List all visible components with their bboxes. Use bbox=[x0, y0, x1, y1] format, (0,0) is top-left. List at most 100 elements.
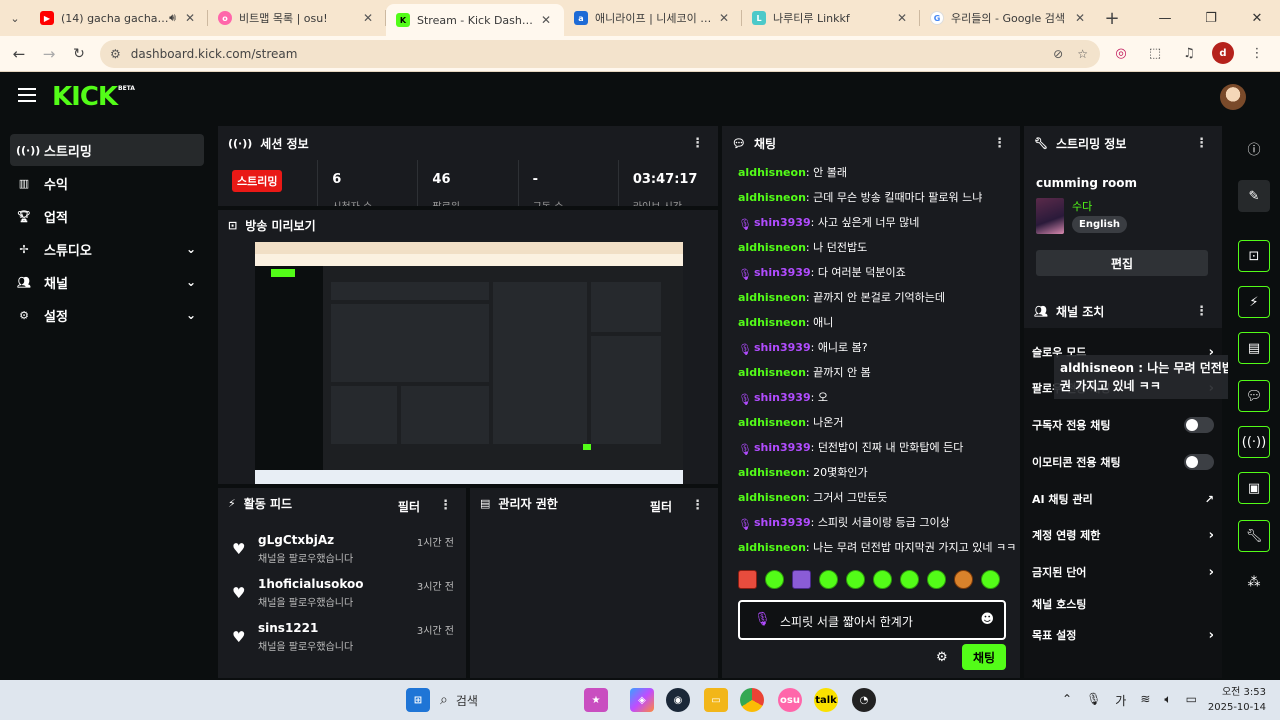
browser-tab[interactable]: o 비트맵 목록 | osu! ✕ bbox=[208, 0, 386, 36]
chat-username[interactable]: aldhisneon bbox=[738, 366, 806, 379]
more-options-icon[interactable]: ⋮ bbox=[1195, 304, 1208, 319]
chat-username[interactable]: shin3939 bbox=[754, 391, 811, 404]
reload-icon[interactable]: ↻ bbox=[64, 39, 94, 69]
sidebar-item-achievements[interactable]: 🏆︎ 업적 bbox=[10, 200, 204, 232]
sidebar-item-revenue[interactable]: ▥ 수익 bbox=[10, 167, 204, 199]
chat-username[interactable]: shin3939 bbox=[754, 516, 811, 529]
windows-start-icon[interactable]: ⊞ bbox=[406, 688, 430, 712]
chat-username[interactable]: aldhisneon bbox=[738, 191, 806, 204]
ime-indicator[interactable]: 가 bbox=[1115, 692, 1126, 709]
more-options-icon[interactable]: ⋮ bbox=[691, 498, 704, 513]
chat-username[interactable]: aldhisneon bbox=[738, 316, 806, 329]
taskbar-search[interactable]: ⌕ 검색 bbox=[440, 686, 570, 714]
chrome-icon[interactable] bbox=[740, 688, 764, 712]
close-window-icon[interactable]: ✕ bbox=[1234, 0, 1280, 36]
minimize-icon[interactable]: — bbox=[1142, 0, 1188, 36]
bookmark-star-icon[interactable]: ☆ bbox=[1077, 47, 1088, 61]
filter-button[interactable]: 필터 bbox=[650, 498, 672, 515]
kick-logo[interactable]: KICK bbox=[52, 84, 118, 110]
chat-username[interactable]: shin3939 bbox=[754, 341, 811, 354]
site-info-icon[interactable]: ⚙ bbox=[110, 47, 121, 61]
emoji-icon[interactable]: ☻ bbox=[980, 612, 994, 627]
more-options-icon[interactable]: ⋮ bbox=[1195, 136, 1208, 151]
chat-input-text[interactable]: 스피릿 서클 짧아서 한계가 bbox=[780, 613, 913, 630]
browser-tab-active[interactable]: K Stream - Kick Dashboard ✕ bbox=[386, 4, 564, 36]
new-tab-button[interactable]: + bbox=[1098, 8, 1126, 29]
bolt-icon[interactable]: ⚡︎ bbox=[1238, 286, 1270, 318]
back-icon[interactable]: ← bbox=[4, 39, 34, 69]
emote[interactable] bbox=[927, 570, 946, 589]
broadcast-icon[interactable]: ((·)) bbox=[1238, 426, 1270, 458]
more-options-icon[interactable]: ⋮ bbox=[691, 136, 704, 151]
close-tab-icon[interactable]: ✕ bbox=[1072, 11, 1088, 25]
hosting-control[interactable]: 채널 호스팅 bbox=[1032, 592, 1216, 616]
copilot-icon[interactable]: ◈ bbox=[630, 688, 654, 712]
chat-username[interactable]: shin3939 bbox=[754, 266, 811, 279]
wifi-icon[interactable]: ≋ bbox=[1140, 692, 1150, 709]
chat-username[interactable]: aldhisneon bbox=[738, 291, 806, 304]
kakaotalk-icon[interactable]: talk bbox=[814, 688, 838, 712]
browser-tab[interactable]: ▶ (14) gacha gacha - YouTube 🔊︎ ✕ bbox=[30, 0, 208, 36]
emote[interactable] bbox=[819, 570, 838, 589]
eye-off-icon[interactable]: ⊘ bbox=[1053, 47, 1063, 61]
emote-only-toggle[interactable] bbox=[1184, 454, 1214, 470]
browser-tab[interactable]: a 애니라이프 | 니세코이 27화 ✕ bbox=[564, 0, 742, 36]
chat-username[interactable]: aldhisneon bbox=[738, 491, 806, 504]
mic-icon[interactable]: 🎙︎ bbox=[1086, 692, 1101, 709]
ai-moderation-control[interactable]: AI 채팅 관리 ↗ bbox=[1032, 487, 1216, 511]
goal-control[interactable]: 목표 설정 › bbox=[1032, 623, 1216, 647]
chat-send-button[interactable]: 채팅 bbox=[962, 644, 1006, 670]
chat-username[interactable]: aldhisneon bbox=[738, 416, 806, 429]
feed-username[interactable]: 1hoficialusokoo bbox=[258, 577, 364, 591]
chat-input[interactable]: 🎙︎ 스피릿 서클 짧아서 한계가 ☻ bbox=[738, 600, 1006, 640]
chat-username[interactable]: aldhisneon bbox=[738, 166, 806, 179]
filter-button[interactable]: 필터 bbox=[398, 498, 420, 515]
emote[interactable] bbox=[873, 570, 892, 589]
wrench-icon[interactable]: 🔧︎ bbox=[1238, 520, 1270, 552]
emote[interactable] bbox=[981, 570, 1000, 589]
folder-icon[interactable]: ▭ bbox=[704, 688, 728, 712]
chat-username[interactable]: aldhisneon bbox=[738, 241, 806, 254]
edit-button[interactable]: 편집 bbox=[1036, 250, 1208, 276]
browser-tab[interactable]: G 우리들의 - Google 검색 ✕ bbox=[920, 0, 1098, 36]
chat-bubble-icon[interactable]: 💬︎ bbox=[1238, 380, 1270, 412]
chat-message-list[interactable]: aldhisneon: 안 볼래 aldhisneon: 근데 무슨 방송 킬때마… bbox=[722, 160, 1020, 554]
profile-avatar[interactable]: d bbox=[1212, 42, 1234, 64]
chat-username[interactable]: shin3939 bbox=[754, 441, 811, 454]
maximize-icon[interactable]: ❐ bbox=[1188, 0, 1234, 36]
chat-username[interactable]: shin3939 bbox=[754, 216, 811, 229]
media-control-icon[interactable]: ♫ bbox=[1178, 42, 1200, 64]
url-field[interactable]: ⚙ dashboard.kick.com/stream ⊘ ☆ bbox=[100, 40, 1100, 68]
steam-icon[interactable]: ◉ bbox=[666, 688, 690, 712]
banned-words-control[interactable]: 금지된 단어 › bbox=[1032, 560, 1216, 584]
osu-icon[interactable]: osu bbox=[778, 688, 802, 712]
pencil-icon[interactable]: ✎ bbox=[1238, 180, 1270, 212]
chat-settings-icon[interactable]: ⚙ bbox=[936, 650, 948, 665]
subscriber-only-toggle[interactable] bbox=[1184, 417, 1214, 433]
close-tab-icon[interactable]: ✕ bbox=[182, 11, 198, 25]
taskbar-clock[interactable]: 오전 3:53 2025-10-14 bbox=[1208, 685, 1266, 715]
more-options-icon[interactable]: ⋮ bbox=[439, 498, 452, 513]
sidebar-item-studio[interactable]: ✢ 스튜디오 ⌄ bbox=[10, 233, 204, 265]
audio-icon[interactable]: 🔊︎ bbox=[169, 11, 176, 25]
browser-tab[interactable]: L 나루티루 Linkkf ✕ bbox=[742, 0, 920, 36]
info-icon[interactable]: ⓘ bbox=[1238, 132, 1270, 164]
user-avatar[interactable] bbox=[1220, 84, 1246, 110]
document-icon[interactable]: ▤ bbox=[1238, 332, 1270, 364]
close-tab-icon[interactable]: ✕ bbox=[716, 11, 732, 25]
sidebar-item-channel[interactable]: 👥︎ 채널 ⌄ bbox=[10, 266, 204, 298]
volume-icon[interactable]: 🔈︎ bbox=[1164, 692, 1171, 709]
extensions-puzzle-icon[interactable]: ⬚ bbox=[1144, 42, 1166, 64]
layout-icon[interactable]: ⁂ bbox=[1238, 566, 1270, 598]
more-options-icon[interactable]: ⋮ bbox=[993, 136, 1006, 151]
browser-menu-icon[interactable]: ⋮ bbox=[1246, 42, 1268, 64]
feed-username[interactable]: gLgCtxbjAz bbox=[258, 533, 334, 547]
menu-icon[interactable] bbox=[18, 88, 36, 102]
sidebar-item-streaming[interactable]: ((·)) 스트리밍 bbox=[10, 134, 204, 166]
feed-username[interactable]: sins1221 bbox=[258, 621, 318, 635]
obs-icon[interactable]: ◔ bbox=[852, 688, 876, 712]
stream-preview-video[interactable] bbox=[255, 242, 683, 484]
category-name[interactable]: 수다 bbox=[1072, 198, 1092, 214]
emote[interactable] bbox=[846, 570, 865, 589]
game-icon[interactable]: ★ bbox=[584, 688, 608, 712]
